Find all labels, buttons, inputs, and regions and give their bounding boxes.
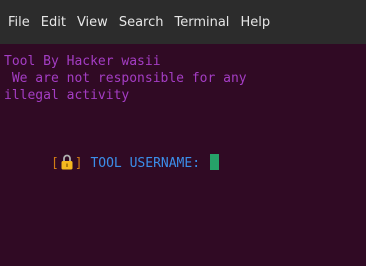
menu-edit[interactable]: Edit — [37, 14, 70, 32]
prompt-close-bracket: ] — [74, 156, 83, 171]
terminal-output[interactable]: Tool By Hacker wasii We are not responsi… — [0, 44, 366, 266]
prompt-label: TOOL USERNAME: — [82, 156, 208, 171]
lock-icon — [61, 154, 73, 170]
username-prompt: [ ] TOOL USERNAME: — [4, 138, 219, 188]
prompt-open-bracket: [ — [50, 156, 59, 171]
banner-line-disclaimer: We are not responsible for any — [4, 71, 247, 86]
banner-line-activity: illegal activity — [4, 88, 130, 103]
menu-terminal[interactable]: Terminal — [170, 14, 233, 32]
menu-file[interactable]: File — [8, 14, 34, 32]
banner-line-title: Tool By Hacker wasii — [4, 54, 161, 69]
menu-view[interactable]: View — [73, 14, 112, 32]
terminal-window: File Edit View Search Terminal Help Tool… — [0, 0, 366, 266]
menu-bar: File Edit View Search Terminal Help — [0, 0, 366, 44]
menu-search[interactable]: Search — [115, 14, 168, 32]
text-cursor[interactable] — [209, 154, 219, 170]
menu-help[interactable]: Help — [236, 14, 274, 32]
